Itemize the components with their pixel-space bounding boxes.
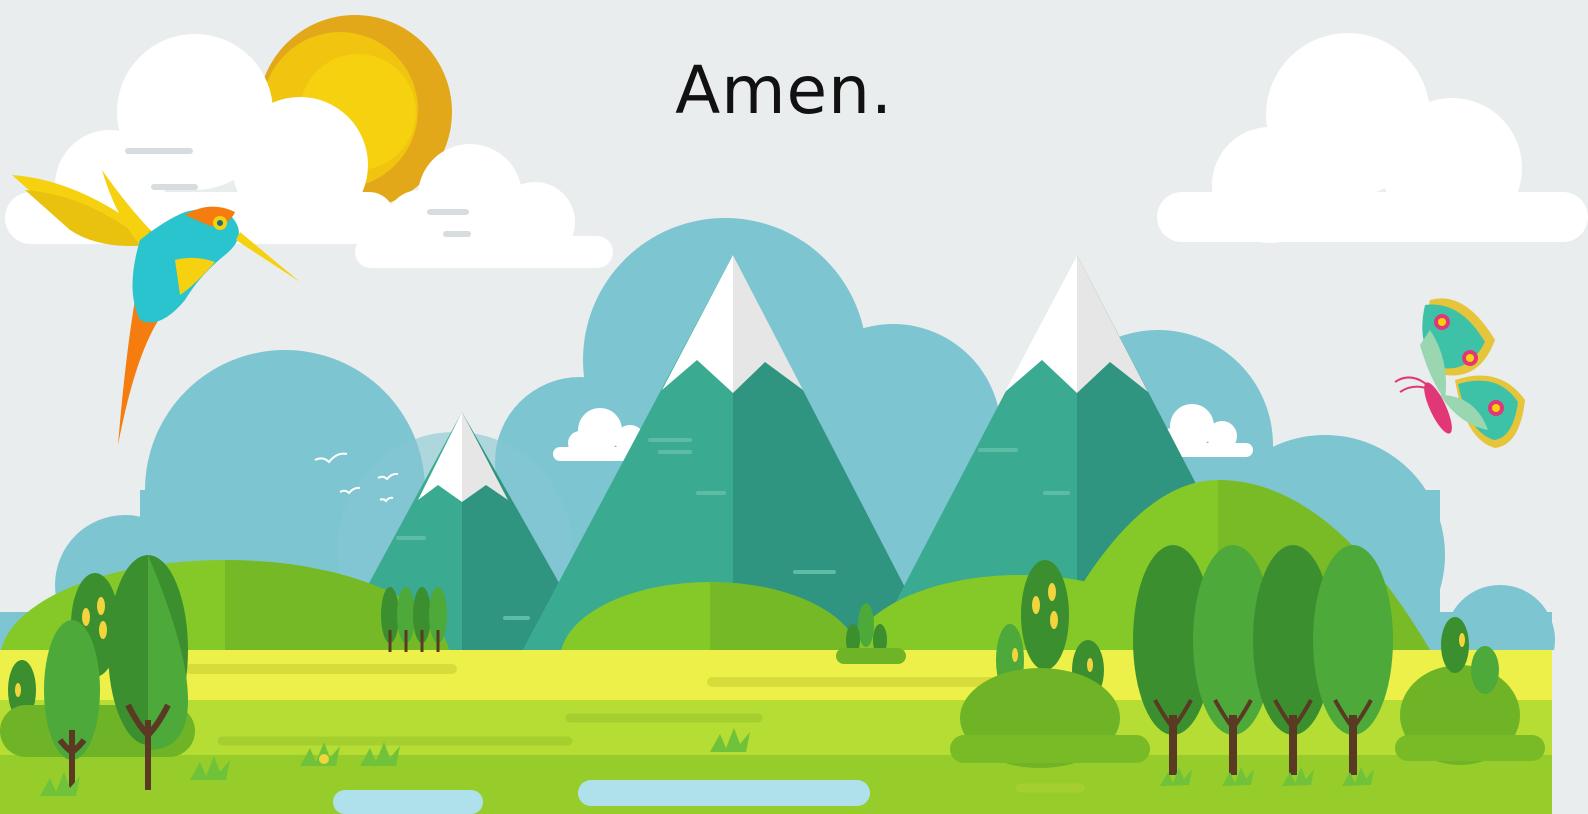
slide-title: Amen.	[675, 52, 893, 129]
right-margin	[1552, 650, 1588, 814]
flower	[319, 754, 329, 764]
